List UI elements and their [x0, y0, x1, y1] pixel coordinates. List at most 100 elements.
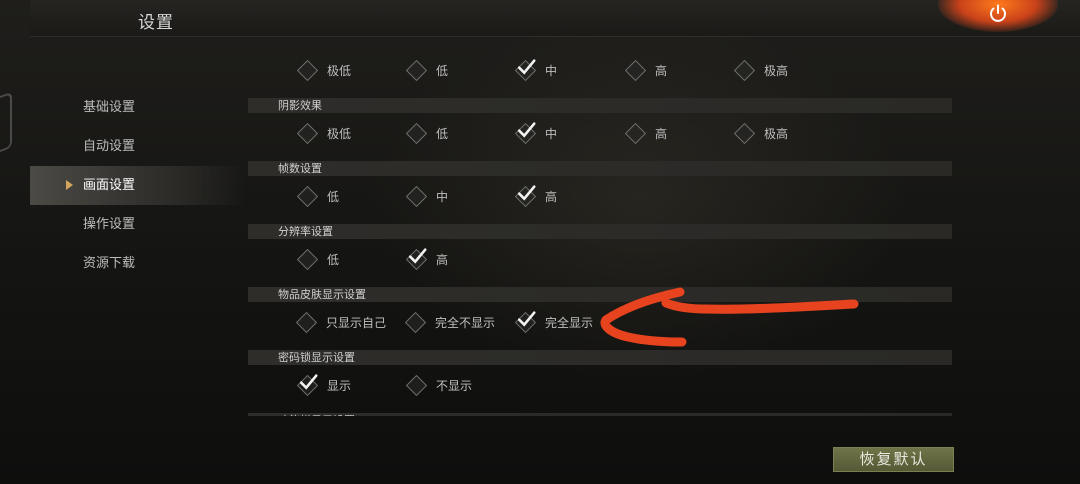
settings-section: 功能栏显示设置: [248, 413, 952, 416]
section-title: 物品皮肤显示设置: [248, 287, 952, 302]
option-label: 完全显示: [545, 315, 594, 330]
option-row: 低中高: [248, 176, 952, 224]
option-0-4[interactable]: 极高: [733, 58, 789, 82]
option-label: 低: [436, 63, 449, 78]
header-bar: 设置: [30, 0, 1080, 37]
diamond-checkbox-icon: [514, 184, 537, 207]
sidebar-item-label: 操作设置: [83, 217, 136, 232]
option-row: 低高: [248, 239, 952, 287]
option-3-1[interactable]: 高: [405, 247, 449, 271]
option-label: 极高: [764, 126, 789, 141]
option-label: 只显示自己: [326, 315, 387, 330]
settings-section: 分辨率设置低高: [248, 224, 952, 287]
diamond-checkbox-icon: [405, 59, 428, 81]
diamond-checkbox-icon: [405, 374, 428, 396]
option-2-1[interactable]: 中: [405, 184, 448, 208]
diamond-checkbox-icon: [624, 59, 647, 81]
power-button[interactable]: [983, 0, 1013, 28]
option-row: 显示 不显示: [248, 365, 952, 413]
check-icon: [299, 373, 318, 390]
settings-section: 物品皮肤显示设置只显示自己 完全不显示 完全显示: [248, 287, 952, 350]
active-marker-icon: [66, 180, 73, 190]
restore-default-button[interactable]: 恢复默认: [833, 447, 954, 472]
option-label: 极高: [764, 63, 789, 78]
option-1-0[interactable]: 极低: [296, 121, 352, 145]
option-label: 极低: [327, 63, 352, 78]
option-label: 中: [545, 63, 558, 78]
sidebar-item-3[interactable]: 操作设置: [30, 205, 245, 244]
diamond-checkbox-icon: [296, 373, 319, 396]
option-0-2[interactable]: 中: [514, 58, 558, 82]
diamond-checkbox-icon: [733, 122, 756, 144]
diamond-checkbox-icon: [404, 311, 427, 333]
option-4-1[interactable]: 完全不显示: [404, 310, 495, 334]
option-label: 低: [327, 252, 340, 267]
section-title: 帧数设置: [248, 161, 952, 176]
option-0-0[interactable]: 极低: [296, 58, 352, 82]
settings-section: 极低 低 中 高 极高: [248, 50, 952, 98]
section-title: 密码锁显示设置: [248, 350, 952, 365]
option-label: 极低: [327, 126, 352, 141]
option-5-0[interactable]: 显示: [296, 373, 352, 397]
sidebar-item-2[interactable]: 画面设置: [30, 166, 245, 205]
diamond-checkbox-icon: [733, 59, 756, 81]
diamond-checkbox-icon: [405, 122, 428, 144]
sidebar-item-label: 自动设置: [83, 139, 136, 154]
check-icon: [517, 121, 536, 138]
page-title: 设置: [138, 13, 174, 33]
option-4-2[interactable]: 完全显示: [514, 310, 594, 334]
option-row: 极低 低 中 高 极高: [248, 50, 952, 98]
diamond-checkbox-icon: [405, 185, 428, 207]
sidebar-item-1[interactable]: 自动设置: [30, 127, 245, 166]
option-0-3[interactable]: 高: [624, 58, 668, 82]
option-0-1[interactable]: 低: [405, 58, 449, 82]
diamond-checkbox-icon: [295, 311, 318, 333]
diamond-checkbox-icon: [514, 121, 537, 144]
diamond-checkbox-icon: [296, 122, 319, 144]
check-icon: [517, 58, 536, 75]
option-1-3[interactable]: 高: [624, 121, 668, 145]
sidebar-item-0[interactable]: 基础设置: [30, 88, 245, 127]
diamond-checkbox-icon: [296, 185, 319, 207]
settings-section: 帧数设置低 中 高: [248, 161, 952, 224]
option-label: 不显示: [436, 378, 473, 393]
settings-section: 密码锁显示设置显示 不显示: [248, 350, 952, 413]
option-2-0[interactable]: 低: [296, 184, 340, 208]
option-label: 高: [545, 189, 558, 204]
option-label: 高: [436, 252, 449, 267]
section-title: 分辨率设置: [248, 224, 952, 239]
option-3-0[interactable]: 低: [296, 247, 340, 271]
settings-panel[interactable]: 极低低中高极高 阴影效果 极低低中高极高 帧数设置低中高分辨率设置低高物品皮肤显示设置…: [248, 50, 952, 416]
option-label: 高: [655, 126, 668, 141]
option-5-1[interactable]: 不显示: [405, 373, 473, 397]
diamond-checkbox-icon: [296, 248, 319, 270]
option-label: 中: [545, 126, 558, 141]
diamond-checkbox-icon: [296, 59, 319, 81]
option-1-4[interactable]: 极高: [733, 121, 789, 145]
sidebar-item-label: 资源下载: [83, 256, 136, 271]
diamond-checkbox-icon: [624, 122, 647, 144]
option-4-0[interactable]: 只显示自己: [295, 310, 387, 334]
option-1-1[interactable]: 低: [405, 121, 449, 145]
settings-section: 阴影效果极低 低 中 高 极高: [248, 98, 952, 161]
option-label: 低: [436, 126, 449, 141]
diamond-checkbox-icon: [514, 58, 537, 81]
check-icon: [517, 184, 536, 201]
section-title: 功能栏显示设置: [248, 413, 952, 416]
section-title: 阴影效果: [248, 98, 952, 113]
option-label: 显示: [327, 378, 352, 393]
check-icon: [408, 247, 427, 264]
diamond-checkbox-icon: [405, 247, 428, 270]
sidebar-item-4[interactable]: 资源下载: [30, 244, 245, 283]
option-label: 高: [655, 63, 668, 78]
sidebar: 基础设置自动设置画面设置操作设置资源下载: [30, 88, 245, 283]
option-label: 低: [327, 189, 340, 204]
sidebar-item-label: 基础设置: [83, 100, 136, 115]
option-1-2[interactable]: 中: [514, 121, 558, 145]
sidebar-item-label: 画面设置: [83, 178, 136, 193]
option-row: 极低 低 中 高 极高: [248, 113, 952, 161]
power-icon: [990, 4, 1006, 22]
option-2-2[interactable]: 高: [514, 184, 558, 208]
check-icon: [517, 310, 536, 327]
diamond-checkbox-icon: [514, 310, 537, 333]
